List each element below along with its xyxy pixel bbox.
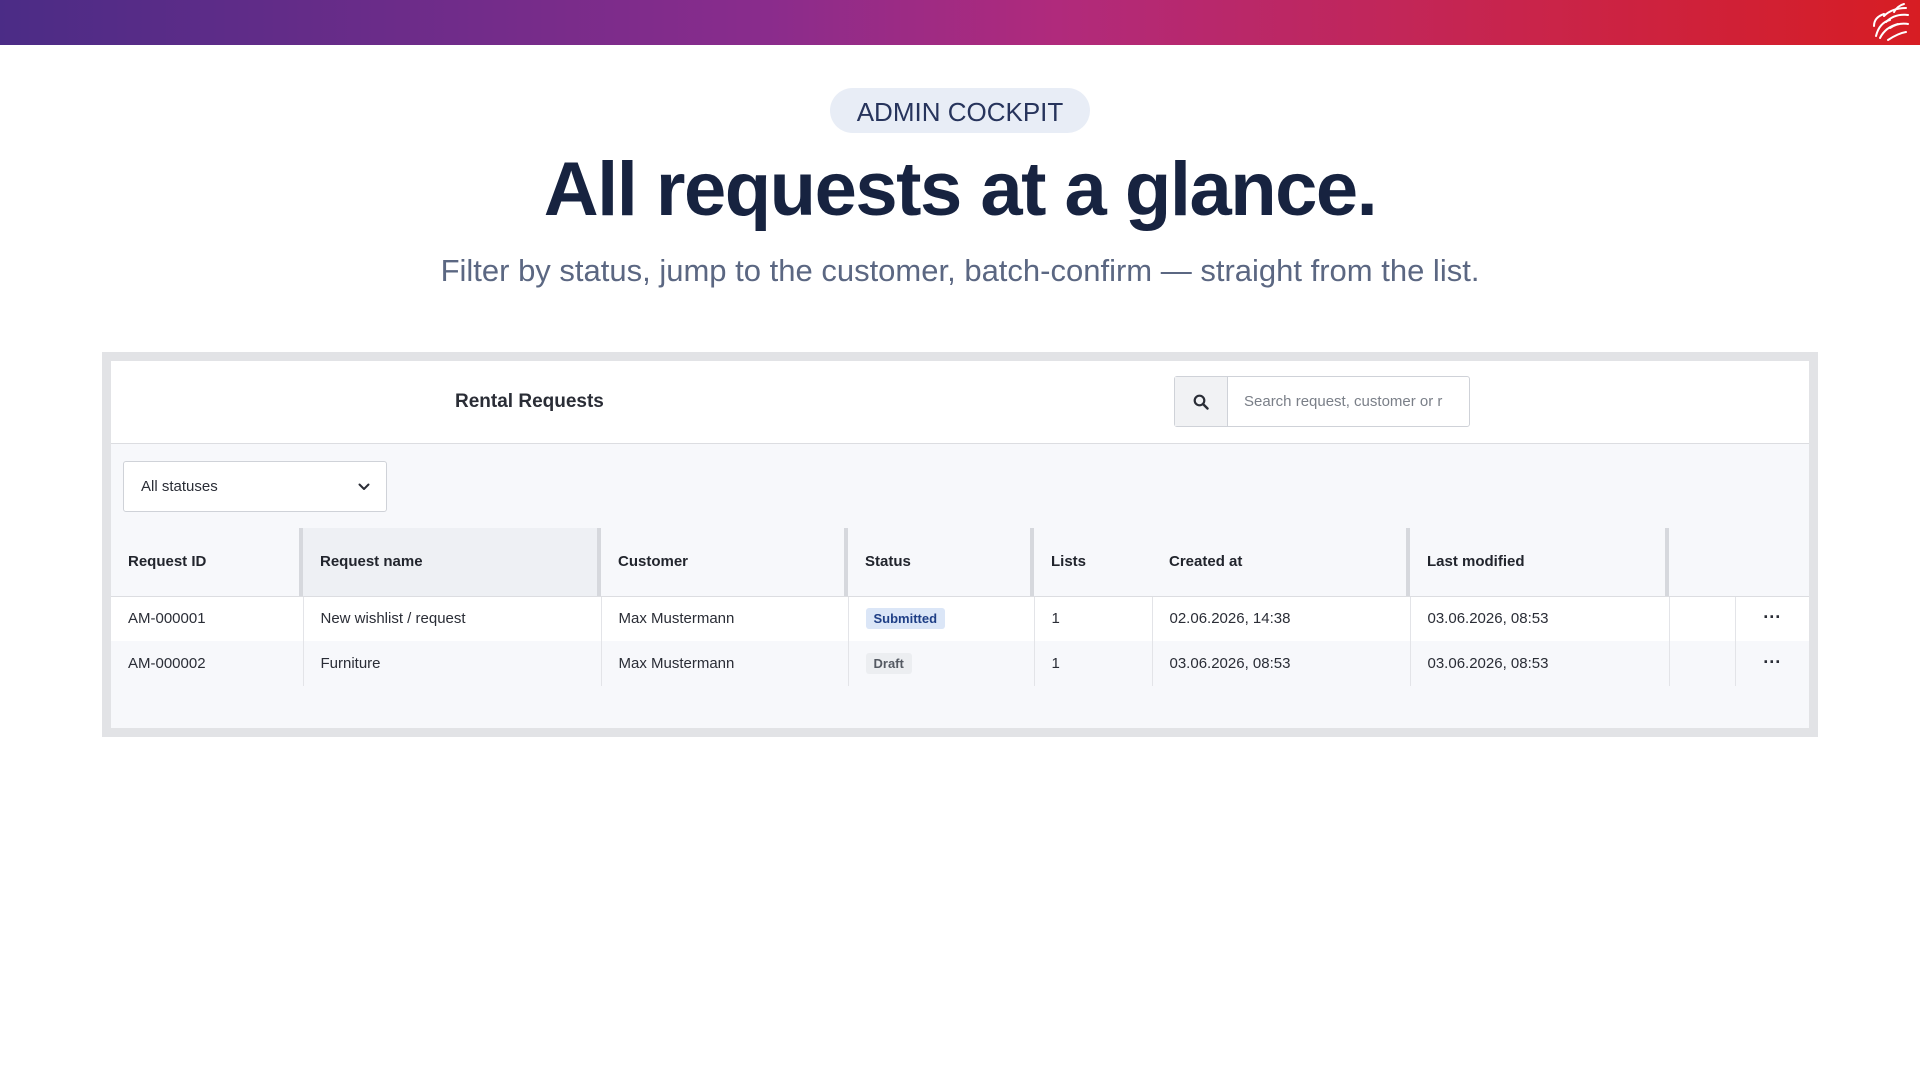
status-badge: Submitted	[865, 608, 946, 630]
status-badge: Draft	[865, 653, 912, 674]
search-icon	[1193, 394, 1209, 410]
section-pill: ADMIN COCKPIT	[829, 88, 1091, 133]
cell-last-modified: 03.06.2026, 08:53	[1410, 596, 1670, 641]
column-header-request-id[interactable]: Request ID	[111, 528, 303, 597]
column-header-created-at[interactable]: Created at	[1152, 528, 1410, 597]
cell-actions: ···	[1735, 641, 1809, 686]
requests-table: Request ID Request name Customer Status …	[111, 528, 1809, 686]
search-input[interactable]	[1228, 377, 1469, 426]
column-header-last-modified[interactable]: Last modified	[1410, 528, 1669, 597]
top-gradient-bar	[0, 0, 1920, 45]
column-header-request-name[interactable]: Request name	[303, 528, 601, 597]
cell-request-id: AM-000001	[111, 596, 304, 641]
more-horizontal-icon[interactable]: ···	[1763, 653, 1781, 671]
screenshot-frame: Rental Requests All statuses	[102, 352, 1818, 737]
page-subline: Filter by status, jump to the customer, …	[440, 253, 1480, 288]
column-header-actions	[1735, 528, 1809, 597]
cell-lists: 1	[1034, 641, 1153, 686]
cell-empty	[1669, 596, 1736, 641]
search-box	[1174, 376, 1470, 427]
hero-section: ADMIN COCKPIT All requests at a glance. …	[0, 88, 1920, 291]
cell-created-at: 02.06.2026, 14:38	[1152, 596, 1411, 641]
chevron-down-icon	[358, 483, 370, 490]
cell-created-at: 03.06.2026, 08:53	[1152, 641, 1411, 686]
cell-actions: ···	[1735, 596, 1809, 641]
panel-title: Rental Requests	[455, 391, 604, 412]
status-filter-value: All statuses	[141, 478, 218, 495]
cell-request-name[interactable]: Furniture	[303, 641, 602, 686]
page-headline: All requests at a glance.	[543, 147, 1378, 232]
cell-customer[interactable]: Max Mustermann	[601, 596, 849, 641]
more-horizontal-icon[interactable]: ···	[1763, 608, 1781, 626]
cell-status: Draft	[848, 641, 1035, 686]
filter-bar: All statuses	[111, 444, 1809, 528]
cell-empty	[1669, 641, 1736, 686]
search-button[interactable]	[1175, 377, 1228, 426]
column-header-status[interactable]: Status	[848, 528, 1034, 597]
column-header-empty	[1669, 528, 1735, 597]
cell-request-id: AM-000002	[111, 641, 304, 686]
table-row[interactable]: AM-000002 Furniture Max Mustermann Draft…	[111, 641, 1809, 686]
cell-customer[interactable]: Max Mustermann	[601, 641, 849, 686]
cell-request-name[interactable]: New wishlist / request	[303, 596, 602, 641]
cell-lists: 1	[1034, 596, 1153, 641]
panel-header: Rental Requests	[111, 361, 1809, 444]
griffin-logo-icon	[1873, 3, 1909, 41]
column-header-lists[interactable]: Lists	[1034, 528, 1152, 597]
cell-status: Submitted	[848, 596, 1035, 641]
cell-last-modified: 03.06.2026, 08:53	[1410, 641, 1670, 686]
requests-panel: Rental Requests All statuses	[111, 361, 1809, 728]
column-header-customer[interactable]: Customer	[601, 528, 848, 597]
table-row[interactable]: AM-000001 New wishlist / request Max Mus…	[111, 596, 1809, 641]
table-header-row: Request ID Request name Customer Status …	[111, 528, 1809, 597]
status-filter-select[interactable]: All statuses	[123, 461, 387, 512]
